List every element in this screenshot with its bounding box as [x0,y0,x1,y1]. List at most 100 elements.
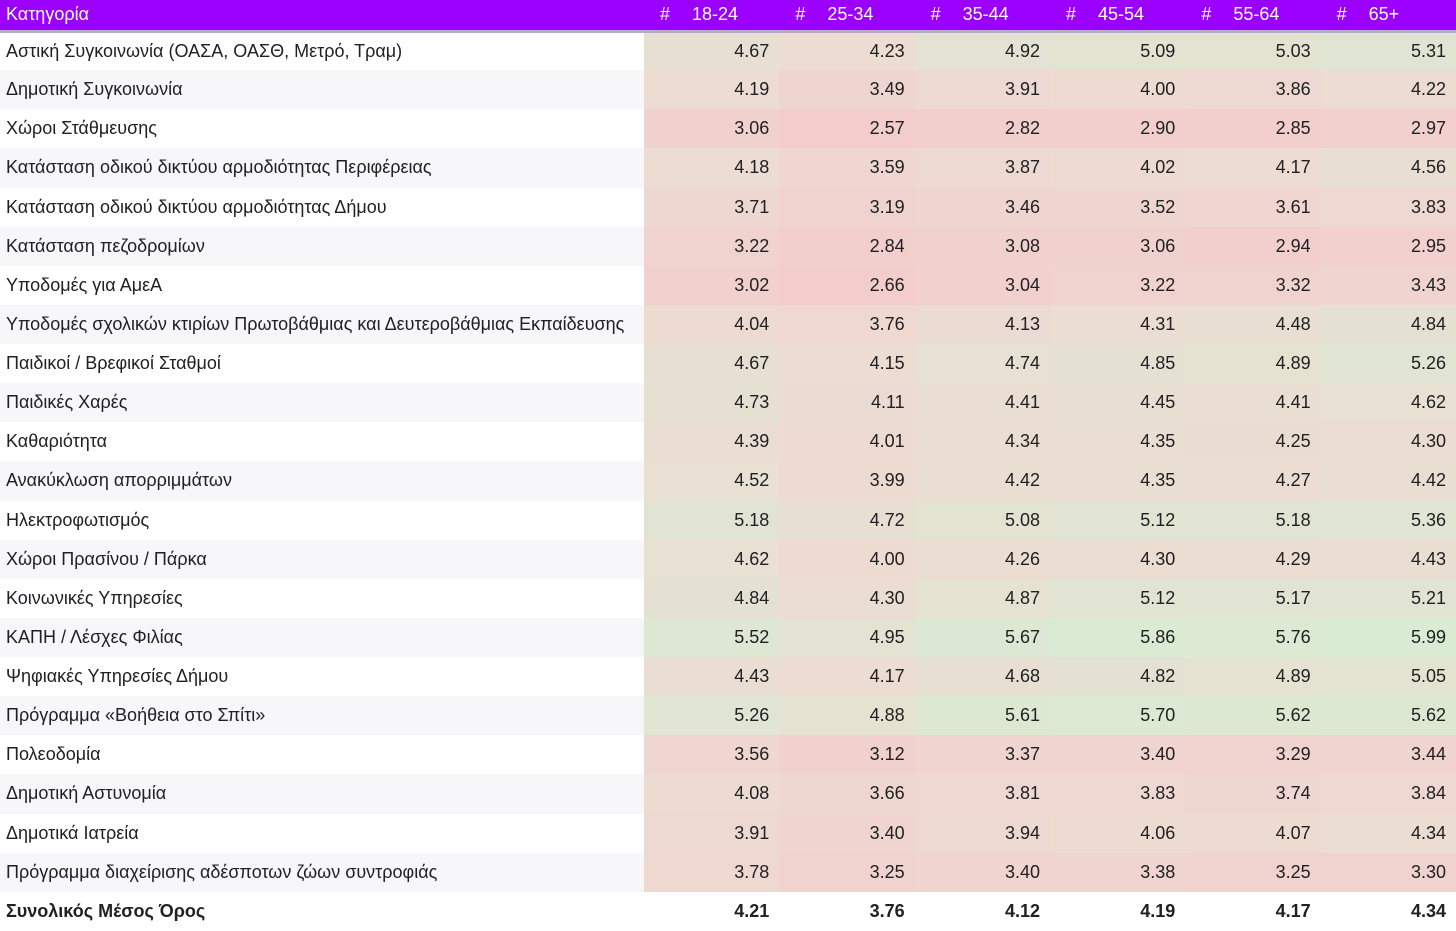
value-cell[interactable]: 5.62 [1185,696,1321,736]
value-cell[interactable]: 2.95 [1320,226,1456,266]
value-cell[interactable]: 4.00 [1049,70,1186,110]
category-cell[interactable]: Κατάσταση οδικού δικτύου αρμοδιότητας Δή… [0,187,644,227]
value-cell[interactable]: 3.40 [1049,735,1186,775]
value-cell[interactable]: 4.00 [779,539,915,579]
value-cell[interactable]: 3.04 [914,265,1050,305]
value-cell[interactable]: 3.83 [1320,187,1456,227]
value-cell[interactable]: 4.73 [644,383,780,423]
value-cell[interactable]: 4.42 [914,461,1050,501]
value-cell[interactable]: 3.87 [914,148,1050,188]
value-cell[interactable]: 5.70 [1049,696,1186,736]
value-cell[interactable]: 4.72 [779,500,915,540]
value-cell[interactable]: 4.13 [914,304,1050,344]
column-header-25-34[interactable]: #25-34 [779,0,915,33]
value-cell[interactable]: 3.52 [1049,187,1186,227]
value-cell[interactable]: 3.40 [914,852,1050,892]
value-cell[interactable]: 5.62 [1320,696,1456,736]
value-cell[interactable]: 4.07 [1185,813,1321,853]
value-cell[interactable]: 5.08 [914,500,1050,540]
value-cell[interactable]: 3.91 [644,813,780,853]
column-header-65-plus[interactable]: #65+ [1320,0,1456,33]
column-header-category[interactable]: Κατηγορία [0,0,644,33]
value-cell[interactable]: 4.89 [1185,657,1321,697]
value-cell[interactable]: 3.44 [1320,735,1456,775]
value-cell[interactable]: 4.02 [1049,148,1186,188]
value-cell[interactable]: 4.84 [644,578,780,618]
value-cell[interactable]: 2.57 [779,109,915,149]
category-cell[interactable]: Πρόγραμμα «Βοήθεια στο Σπίτι» [0,696,644,736]
value-cell[interactable]: 4.08 [644,774,780,814]
value-cell[interactable]: 4.23 [779,31,915,71]
total-value-cell[interactable]: 4.12 [914,891,1050,931]
total-value-cell[interactable]: 4.19 [1049,891,1186,931]
value-cell[interactable]: 3.99 [779,461,915,501]
value-cell[interactable]: 3.43 [1320,265,1456,305]
value-cell[interactable]: 3.56 [644,735,780,775]
column-header-35-44[interactable]: #35-44 [914,0,1050,33]
value-cell[interactable]: 4.27 [1185,461,1321,501]
total-label[interactable]: Συνολικός Μέσος Όρος [0,891,644,931]
category-cell[interactable]: Αστική Συγκοινωνία (ΟΑΣΑ, ΟΑΣΘ, Μετρό, Τ… [0,31,644,71]
value-cell[interactable]: 3.02 [644,265,780,305]
value-cell[interactable]: 5.26 [1320,344,1456,384]
category-cell[interactable]: Υποδομές σχολικών κτιρίων Πρωτοβάθμιας κ… [0,304,644,344]
value-cell[interactable]: 3.71 [644,187,780,227]
value-cell[interactable]: 4.06 [1049,813,1186,853]
value-cell[interactable]: 4.26 [914,539,1050,579]
value-cell[interactable]: 4.35 [1049,422,1186,462]
value-cell[interactable]: 3.30 [1320,852,1456,892]
value-cell[interactable]: 4.17 [1185,148,1321,188]
value-cell[interactable]: 3.25 [1185,852,1321,892]
value-cell[interactable]: 4.30 [1049,539,1186,579]
value-cell[interactable]: 5.67 [914,617,1050,657]
value-cell[interactable]: 3.74 [1185,774,1321,814]
value-cell[interactable]: 5.18 [1185,500,1321,540]
category-cell[interactable]: Ανακύκλωση απορριμμάτων [0,461,644,501]
value-cell[interactable]: 2.66 [779,265,915,305]
value-cell[interactable]: 4.67 [644,31,780,71]
value-cell[interactable]: 4.42 [1320,461,1456,501]
value-cell[interactable]: 4.67 [644,344,780,384]
value-cell[interactable]: 4.30 [1320,422,1456,462]
value-cell[interactable]: 4.43 [1320,539,1456,579]
value-cell[interactable]: 5.12 [1049,500,1186,540]
category-cell[interactable]: Παιδικοί / Βρεφικοί Σταθμοί [0,344,644,384]
value-cell[interactable]: 5.61 [914,696,1050,736]
value-cell[interactable]: 5.12 [1049,578,1186,618]
value-cell[interactable]: 4.85 [1049,344,1186,384]
value-cell[interactable]: 4.17 [779,657,915,697]
value-cell[interactable]: 4.89 [1185,344,1321,384]
value-cell[interactable]: 4.22 [1320,70,1456,110]
value-cell[interactable]: 3.83 [1049,774,1186,814]
column-header-45-54[interactable]: #45-54 [1049,0,1186,33]
total-value-cell[interactable]: 3.76 [779,891,915,931]
value-cell[interactable]: 4.56 [1320,148,1456,188]
value-cell[interactable]: 4.34 [914,422,1050,462]
category-cell[interactable]: Δημοτικά Ιατρεία [0,813,644,853]
value-cell[interactable]: 4.04 [644,304,780,344]
total-value-cell[interactable]: 4.21 [644,891,780,931]
value-cell[interactable]: 3.61 [1185,187,1321,227]
column-header-55-64[interactable]: #55-64 [1185,0,1321,33]
category-cell[interactable]: Χώροι Πρασίνου / Πάρκα [0,539,644,579]
value-cell[interactable]: 4.31 [1049,304,1186,344]
value-cell[interactable]: 5.17 [1185,578,1321,618]
category-cell[interactable]: Χώροι Στάθμευσης [0,109,644,149]
category-cell[interactable]: Υποδομές για ΑμεΑ [0,265,644,305]
total-value-cell[interactable]: 4.34 [1320,891,1456,931]
value-cell[interactable]: 4.41 [914,383,1050,423]
category-cell[interactable]: Κοινωνικές Υπηρεσίες [0,578,644,618]
value-cell[interactable]: 4.92 [914,31,1050,71]
value-cell[interactable]: 3.59 [779,148,915,188]
category-cell[interactable]: ΚΑΠΗ / Λέσχες Φιλίας [0,617,644,657]
value-cell[interactable]: 3.37 [914,735,1050,775]
value-cell[interactable]: 4.34 [1320,813,1456,853]
value-cell[interactable]: 5.26 [644,696,780,736]
category-cell[interactable]: Καθαριότητα [0,422,644,462]
column-header-18-24[interactable]: #18-24 [644,0,780,33]
value-cell[interactable]: 3.86 [1185,70,1321,110]
value-cell[interactable]: 2.97 [1320,109,1456,149]
value-cell[interactable]: 4.39 [644,422,780,462]
value-cell[interactable]: 3.06 [1049,226,1186,266]
value-cell[interactable]: 5.31 [1320,31,1456,71]
